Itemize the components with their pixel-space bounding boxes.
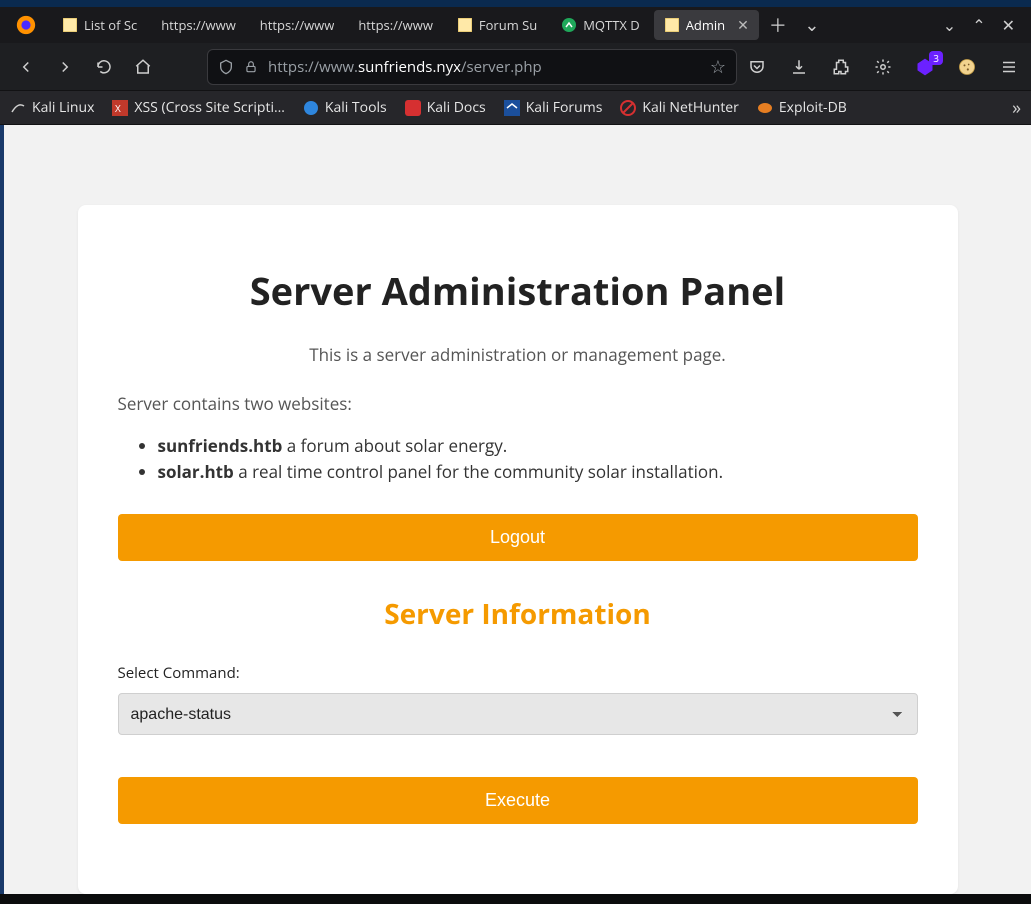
- page-description: This is a server administration or manag…: [118, 343, 918, 366]
- page-viewport: Server Administration Panel This is a se…: [4, 125, 1031, 894]
- select-command-label: Select Command:: [118, 663, 918, 683]
- tab-label: Forum Su: [479, 16, 537, 34]
- settings-gear-icon[interactable]: [871, 55, 895, 79]
- site-item-solar: solar.htb a real time control panel for …: [158, 459, 918, 485]
- tab-overflow-chevron-icon[interactable]: ⌄: [797, 10, 827, 40]
- tab-list-of-sc[interactable]: List of Sc: [52, 10, 147, 40]
- tab-forum[interactable]: Forum Su: [447, 10, 547, 40]
- kali-forums-icon: [504, 100, 520, 116]
- bookmark-kali-nethunter[interactable]: Kali NetHunter: [620, 98, 739, 117]
- page-title: Server Administration Panel: [118, 265, 918, 317]
- back-button[interactable]: [10, 50, 41, 84]
- navigation-toolbar: https://www.sunfriends.nyx/server.php ☆ …: [0, 43, 1031, 91]
- cookie-icon[interactable]: [955, 55, 979, 79]
- bookmark-label: Kali NetHunter: [642, 98, 739, 117]
- bookmark-label: Exploit-DB: [779, 98, 847, 117]
- site-host: sunfriends.htb: [158, 434, 283, 457]
- pocket-icon[interactable]: [745, 55, 769, 79]
- bookmark-xss[interactable]: X XSS (Cross Site Scripti…: [112, 98, 284, 117]
- extensions-icon[interactable]: [829, 55, 853, 79]
- tab-strip: List of Sc https://www https://www https…: [0, 7, 1031, 43]
- tab-mqttx[interactable]: MQTTX D: [551, 10, 649, 40]
- admin-panel-card: Server Administration Panel This is a se…: [78, 205, 958, 894]
- lock-icon[interactable]: [244, 60, 258, 74]
- minimize-window-icon[interactable]: ⌄: [943, 14, 956, 36]
- tab-label: https://www: [260, 16, 335, 34]
- bookmark-label: Kali Tools: [325, 98, 387, 117]
- svg-text:X: X: [115, 101, 121, 115]
- site-text: a forum about solar energy.: [282, 434, 507, 457]
- kali-tools-icon: [303, 100, 319, 116]
- nethunter-icon: [620, 100, 636, 116]
- sun-favicon-icon: [62, 17, 78, 33]
- url-text: https://www.sunfriends.nyx/server.php: [268, 57, 700, 77]
- shield-icon[interactable]: [218, 59, 234, 75]
- bookmark-kali-linux[interactable]: Kali Linux: [10, 98, 94, 117]
- site-item-sunfriends: sunfriends.htb a forum about solar energ…: [158, 433, 918, 459]
- execute-button[interactable]: Execute: [118, 777, 918, 824]
- bookmark-kali-tools[interactable]: Kali Tools: [303, 98, 387, 117]
- xss-icon: X: [112, 100, 128, 116]
- mqttx-favicon-icon: [561, 17, 577, 33]
- close-window-icon[interactable]: ✕: [1002, 14, 1015, 36]
- sun-favicon-icon: [664, 17, 680, 33]
- sun-favicon-icon: [457, 17, 473, 33]
- logout-button[interactable]: Logout: [118, 514, 918, 561]
- background-ghost-text: MQTT Version 5.0: [874, 872, 981, 890]
- home-button[interactable]: [128, 50, 159, 84]
- command-select[interactable]: apache-status: [118, 693, 918, 735]
- bookmark-kali-docs[interactable]: Kali Docs: [405, 98, 486, 117]
- extension-badge-count: 3: [929, 51, 943, 65]
- maximize-window-icon[interactable]: ⌃: [972, 14, 985, 36]
- bookmark-label: XSS (Cross Site Scripti…: [134, 98, 284, 117]
- toolbar-right-icons: 3: [745, 55, 1021, 79]
- url-path: /server.php: [461, 57, 542, 77]
- window-controls: ⌄ ⌃ ✕: [943, 14, 1027, 36]
- tab-www-1[interactable]: https://www: [151, 10, 246, 40]
- bookmark-label: Kali Forums: [526, 98, 603, 117]
- url-host: sunfriends.nyx: [358, 57, 461, 77]
- tab-www-3[interactable]: https://www: [348, 10, 443, 40]
- site-host: solar.htb: [158, 460, 234, 483]
- new-tab-button[interactable]: ＋: [763, 10, 793, 40]
- tab-label: https://www: [358, 16, 433, 34]
- section-title: Server Information: [118, 595, 918, 633]
- tab-admin-active[interactable]: Admin ✕: [654, 10, 759, 40]
- forward-button[interactable]: [49, 50, 80, 84]
- site-text: a real time control panel for the commun…: [234, 460, 723, 483]
- kali-icon: [10, 100, 26, 116]
- extension-badge-icon[interactable]: 3: [913, 55, 937, 79]
- window-top-accent: [0, 0, 1031, 7]
- bookmark-label: Kali Linux: [32, 98, 94, 117]
- exploitdb-icon: [757, 100, 773, 116]
- reload-button[interactable]: [89, 50, 120, 84]
- bookmark-kali-forums[interactable]: Kali Forums: [504, 98, 603, 117]
- bookmark-exploit-db[interactable]: Exploit-DB: [757, 98, 847, 117]
- tab-label: https://www: [161, 16, 236, 34]
- downloads-icon[interactable]: [787, 55, 811, 79]
- tab-www-2[interactable]: https://www: [250, 10, 345, 40]
- bookmark-label: Kali Docs: [427, 98, 486, 117]
- bookmark-star-icon[interactable]: ☆: [710, 55, 726, 79]
- tab-label: Admin: [686, 16, 725, 34]
- close-tab-icon[interactable]: ✕: [737, 16, 749, 35]
- kali-docs-icon: [405, 100, 421, 116]
- sites-list: sunfriends.htb a forum about solar energ…: [158, 433, 918, 484]
- bookmarks-bar: Kali Linux X XSS (Cross Site Scripti… Ka…: [0, 91, 1031, 125]
- tab-label: List of Sc: [84, 16, 137, 34]
- page-left-edge: [0, 125, 4, 894]
- url-prefix: https://www.: [268, 57, 358, 77]
- bookmarks-overflow-icon[interactable]: »: [1012, 96, 1021, 120]
- sites-intro: Server contains two websites:: [118, 392, 918, 415]
- tab-label: MQTTX D: [583, 16, 639, 34]
- firefox-icon: [10, 9, 42, 41]
- app-menu-icon[interactable]: [997, 55, 1021, 79]
- url-bar[interactable]: https://www.sunfriends.nyx/server.php ☆: [207, 49, 737, 85]
